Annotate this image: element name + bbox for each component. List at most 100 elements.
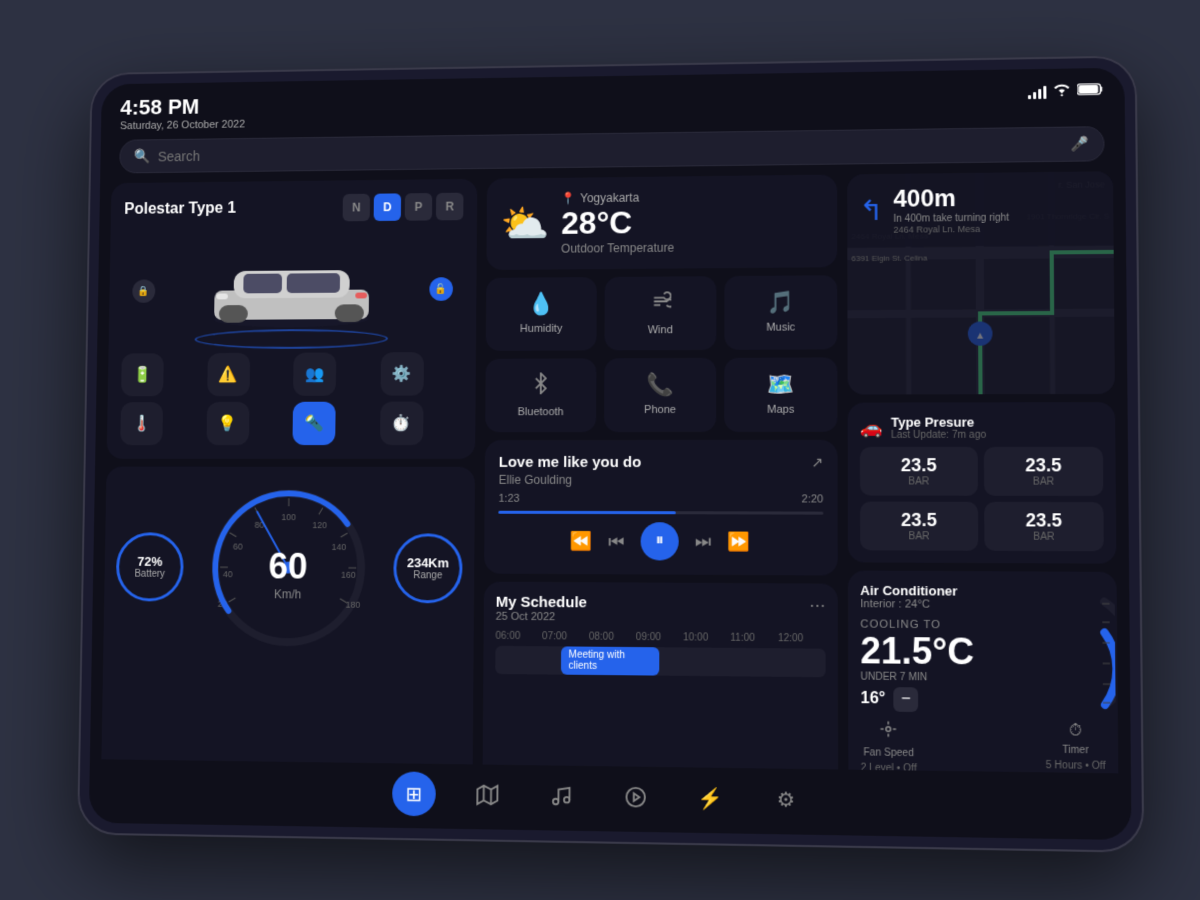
total-time: 2:20 xyxy=(802,493,824,505)
tire-rl: 23.5 BAR xyxy=(860,502,978,551)
music-action-icon: 🎵 xyxy=(767,290,795,316)
weather-desc: Outdoor Temperature xyxy=(561,241,674,256)
progress-fill xyxy=(498,511,676,514)
weather-info: 📍 Yogyakarta 28°C Outdoor Temperature xyxy=(561,190,674,255)
nav-charge[interactable]: ⚡ xyxy=(688,776,733,822)
ctrl-engine[interactable]: ⚙️ xyxy=(380,352,423,396)
tire-card: 🚗 Type Presure Last Update: 7m ago 23.5 … xyxy=(848,402,1117,564)
event-block[interactable]: Meeting with clients xyxy=(561,646,660,675)
lock-right-icon[interactable]: 🔓 xyxy=(429,277,453,301)
action-wind[interactable]: Wind xyxy=(604,276,716,350)
tire-update: Last Update: 7m ago xyxy=(891,430,986,441)
progress-bar[interactable] xyxy=(498,511,823,515)
street-label-4: 6391 Elgin St. Celina xyxy=(851,253,927,263)
music-action-label: Music xyxy=(766,322,795,334)
controls-grid: 🔋 ⚠️ 👥 ⚙️ 🌡️ 💡 🔦 ⏱️ xyxy=(120,352,462,445)
bottom-nav: ⊞ ⚡ ⚙ xyxy=(89,759,1132,840)
gauge-section: 72% Battery xyxy=(101,467,475,774)
nav-card: ▲ r. San Jose 1901 Thornridge Cir. S 246… xyxy=(847,171,1115,394)
nav-settings[interactable]: ⚙ xyxy=(763,777,808,823)
timeline: 06:00 07:00 08:00 09:00 10:00 11:00 12:0… xyxy=(495,631,825,677)
maps-icon: 🗺️ xyxy=(767,372,795,398)
bluetooth-label: Bluetooth xyxy=(518,406,564,418)
ctrl-warning[interactable]: ⚠️ xyxy=(207,353,250,396)
more-options-icon[interactable]: ⋯ xyxy=(809,596,825,616)
status-bar: 4:58 PM Saturday, 26 October 2022 xyxy=(101,68,1125,133)
ctrl-heat[interactable]: 🌡️ xyxy=(120,402,163,445)
play-pause-button[interactable]: ⏸ xyxy=(641,522,679,560)
share-icon[interactable]: ↗ xyxy=(811,454,823,471)
schedule-header: My Schedule 25 Oct 2022 ⋯ xyxy=(496,594,826,626)
signal-icon xyxy=(1028,84,1047,98)
action-phone[interactable]: 📞 Phone xyxy=(604,358,716,432)
main-content: Polestar Type 1 N D P R 🔒 xyxy=(90,171,1131,773)
action-humidity[interactable]: 💧 Humidity xyxy=(486,277,597,351)
nav-music[interactable] xyxy=(539,773,583,818)
next-button[interactable]: ⏭ xyxy=(695,531,711,552)
current-time: 1:23 xyxy=(498,493,519,505)
svg-text:160: 160 xyxy=(341,570,356,580)
nav-distance: 400m xyxy=(893,184,1009,213)
left-panel: Polestar Type 1 N D P R 🔒 xyxy=(101,179,477,774)
weather-card: ⛅ 📍 Yogyakarta 28°C Outdoor Temperature xyxy=(486,175,837,270)
nav-map[interactable] xyxy=(465,772,509,817)
ctrl-person[interactable]: 👥 xyxy=(293,353,336,396)
mic-icon[interactable]: 🎤 xyxy=(1071,135,1089,152)
fast-forward-button[interactable]: ⏩ xyxy=(727,531,750,552)
ac-under-label: UNDER 7 MIN xyxy=(860,671,927,683)
schedule-card: My Schedule 25 Oct 2022 ⋯ 06:00 07:00 08… xyxy=(483,582,839,774)
search-bar[interactable]: 🔍 🎤 xyxy=(119,126,1104,173)
ac-card: Air Conditioner Interior : 24°C COOLING … xyxy=(848,571,1119,774)
ac-minus-button[interactable]: − xyxy=(894,687,919,712)
ctrl-timer[interactable]: ⏱️ xyxy=(380,402,423,446)
time-label: 11:00 xyxy=(730,633,778,645)
wind-icon xyxy=(649,290,671,318)
gear-r[interactable]: R xyxy=(436,193,464,221)
ac-display: COOLING TO 21.5°C UNDER 7 MIN xyxy=(860,618,1105,685)
right-panel: ▲ r. San Jose 1901 Thornridge Cir. S 246… xyxy=(847,171,1118,773)
action-maps[interactable]: 🗺️ Maps xyxy=(724,357,837,432)
ac-temp: 21.5°C xyxy=(860,633,974,671)
ctrl-light[interactable]: 💡 xyxy=(206,402,249,445)
svg-text:120: 120 xyxy=(312,520,327,530)
ac-bottom: Fan Speed 2 Level • Off ⏱ Timer 5 Hours … xyxy=(861,720,1106,774)
gear-selector: N D P R xyxy=(343,193,464,222)
tire-info: Type Presure Last Update: 7m ago xyxy=(891,414,986,440)
timer-control: ⏱ Timer 5 Hours • Off xyxy=(1045,722,1105,774)
music-header: Love me like you do Ellie Goulding ↗ xyxy=(499,454,824,487)
date-display: Saturday, 26 October 2022 xyxy=(120,119,245,132)
action-music[interactable]: 🎵 Music xyxy=(724,275,837,350)
nav-home[interactable]: ⊞ xyxy=(392,771,436,816)
nav-instruction-text: In 400m take turning right xyxy=(893,213,1009,225)
schedule-title-block: My Schedule 25 Oct 2022 xyxy=(496,594,587,624)
prev-button[interactable]: ⏮ xyxy=(608,531,624,552)
search-input[interactable] xyxy=(158,136,1063,164)
humidity-icon: 💧 xyxy=(528,291,555,317)
car-oval xyxy=(194,329,388,350)
phone-label: Phone xyxy=(644,404,676,416)
svg-text:140: 140 xyxy=(332,542,347,552)
gear-d[interactable]: D xyxy=(374,193,401,221)
svg-text:60: 60 xyxy=(233,541,243,551)
nav-media[interactable] xyxy=(613,774,658,819)
time-label: 09:00 xyxy=(636,632,683,644)
weather-location: 📍 Yogyakarta xyxy=(561,190,674,205)
time-label: 08:00 xyxy=(589,632,636,643)
action-bluetooth[interactable]: Bluetooth xyxy=(485,358,596,432)
timer-val: 5 Hours • Off xyxy=(1046,760,1106,772)
svg-text:100: 100 xyxy=(281,512,296,522)
speedometer: 20 40 60 80 100 120 140 160 180 xyxy=(199,478,376,657)
rewind-button[interactable]: ⏪ xyxy=(570,530,592,551)
ctrl-battery[interactable]: 🔋 xyxy=(121,353,164,396)
svg-text:40: 40 xyxy=(223,569,233,579)
artist-name: Ellie Goulding xyxy=(499,473,642,487)
tire-fl: 23.5 BAR xyxy=(860,447,978,496)
gear-p[interactable]: P xyxy=(405,193,433,221)
tire-title: Type Presure xyxy=(891,414,986,429)
lock-left-icon[interactable]: 🔒 xyxy=(132,279,155,302)
time-block: 4:58 PM Saturday, 26 October 2022 xyxy=(120,96,245,133)
fan-speed-control: Fan Speed 2 Level • Off xyxy=(861,720,917,774)
ctrl-headlight[interactable]: 🔦 xyxy=(292,402,335,445)
gear-n[interactable]: N xyxy=(343,194,370,222)
nav-street-name: 2464 Royal Ln. Mesa xyxy=(893,224,1009,235)
